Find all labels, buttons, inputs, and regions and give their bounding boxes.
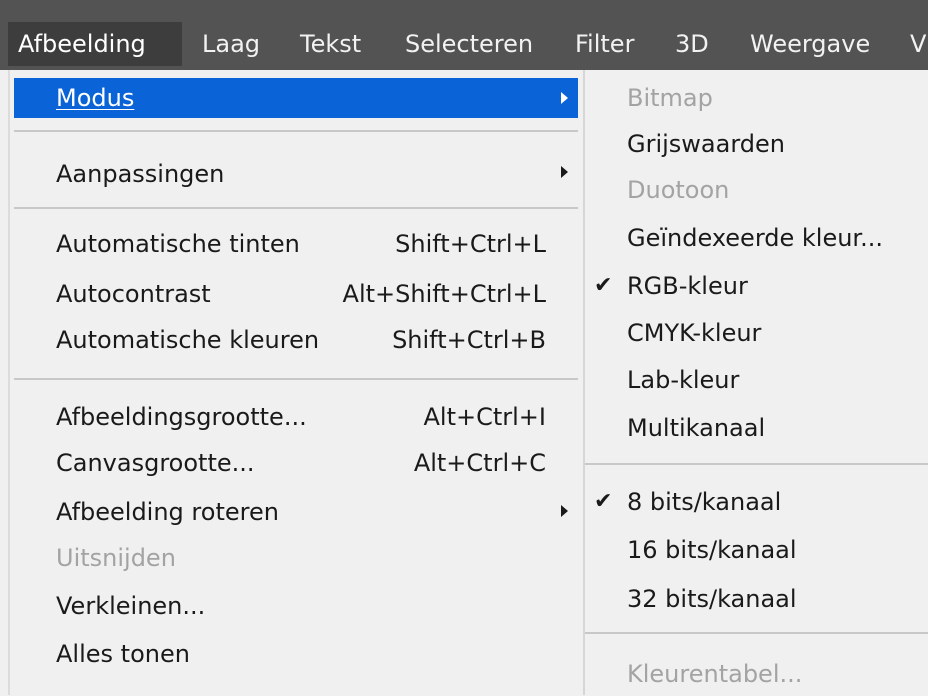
menu-item-afbeelding-roteren[interactable]: Afbeelding roteren xyxy=(56,490,546,534)
menu-separator xyxy=(14,207,578,209)
submenu-separator xyxy=(585,463,928,465)
bitmap-label: Bitmap xyxy=(627,84,713,112)
duotoon-label: Duotoon xyxy=(627,176,730,204)
automatische-tinten-label: Automatische tinten xyxy=(56,230,300,258)
menu-bar: Afbeelding Laag Tekst Selecteren Filter … xyxy=(0,0,928,70)
menubar-laag[interactable]: Laag xyxy=(192,22,270,66)
menu-item-automatische-tinten[interactable]: Automatische tinten Shift+Ctrl+L xyxy=(56,222,546,266)
autocontrast-label: Autocontrast xyxy=(56,280,211,308)
alles-tonen-label: Alles tonen xyxy=(56,640,190,668)
automatische-tinten-shortcut: Shift+Ctrl+L xyxy=(395,230,546,258)
menu-item-aanpassingen[interactable]: Aanpassingen xyxy=(56,152,546,196)
submenu-arrow-icon xyxy=(561,505,568,517)
menubar-filter[interactable]: Filter xyxy=(565,22,644,66)
cmyk-kleur-label: CMYK-kleur xyxy=(627,319,762,347)
menu-item-modus[interactable]: Modus xyxy=(14,78,578,118)
menu-separator xyxy=(14,130,578,132)
32-bits-label: 32 bits/kanaal xyxy=(627,585,797,613)
menubar-v[interactable]: V xyxy=(900,22,928,66)
submenu-separator xyxy=(585,632,928,634)
automatische-kleuren-label: Automatische kleuren xyxy=(56,326,320,354)
menubar-selecteren[interactable]: Selecteren xyxy=(395,22,543,66)
menubar-afbeelding[interactable]: Afbeelding xyxy=(8,22,182,66)
afbeeldingsgrootte-shortcut: Alt+Ctrl+I xyxy=(423,403,547,431)
menu-item-afbeeldingsgrootte[interactable]: Afbeeldingsgrootte... Alt+Ctrl+I xyxy=(56,395,546,439)
menu-separator xyxy=(14,378,578,380)
checkmark-icon: ✔ xyxy=(594,489,613,514)
modus-label-row: Modus xyxy=(56,76,566,120)
automatische-kleuren-shortcut: Shift+Ctrl+B xyxy=(392,326,546,354)
checkmark-icon: ✔ xyxy=(594,273,613,298)
afbeelding-roteren-label: Afbeelding roteren xyxy=(56,498,279,526)
lab-kleur-label: Lab-kleur xyxy=(627,366,740,394)
canvasgrootte-shortcut: Alt+Ctrl+C xyxy=(413,449,546,477)
menubar-3d[interactable]: 3D xyxy=(665,22,719,66)
modus-label: Modus xyxy=(56,84,135,112)
aanpassingen-label: Aanpassingen xyxy=(56,160,225,188)
menu-item-autocontrast[interactable]: Autocontrast Alt+Shift+Ctrl+L xyxy=(56,272,546,316)
rgb-kleur-label: RGB-kleur xyxy=(627,272,748,300)
menu-item-alles-tonen[interactable]: Alles tonen xyxy=(56,632,546,676)
grijswaarden-label: Grijswaarden xyxy=(627,130,786,158)
uitsnijden-label: Uitsnijden xyxy=(56,544,176,572)
kleurentabel-label: Kleurentabel... xyxy=(627,660,803,688)
multikanaal-label: Multikanaal xyxy=(627,414,766,442)
geindexeerde-kleur-label: Geïndexeerde kleur... xyxy=(627,224,883,252)
menu-item-canvasgrootte[interactable]: Canvasgrootte... Alt+Ctrl+C xyxy=(56,441,546,485)
menubar-tekst[interactable]: Tekst xyxy=(290,22,371,66)
verkleinen-label: Verkleinen... xyxy=(56,592,206,620)
afbeeldingsgrootte-label: Afbeeldingsgrootte... xyxy=(56,403,307,431)
8-bits-label: 8 bits/kanaal xyxy=(627,488,782,516)
menu-item-verkleinen[interactable]: Verkleinen... xyxy=(56,584,546,628)
submenu-arrow-icon xyxy=(561,92,568,104)
autocontrast-shortcut: Alt+Shift+Ctrl+L xyxy=(342,280,546,308)
menubar-weergave[interactable]: Weergave xyxy=(740,22,880,66)
submenu-arrow-icon xyxy=(561,166,568,178)
canvasgrootte-label: Canvasgrootte... xyxy=(56,449,255,477)
menu-item-automatische-kleuren[interactable]: Automatische kleuren Shift+Ctrl+B xyxy=(56,318,546,362)
menu-item-uitsnijden: Uitsnijden xyxy=(56,536,546,580)
16-bits-label: 16 bits/kanaal xyxy=(627,536,797,564)
